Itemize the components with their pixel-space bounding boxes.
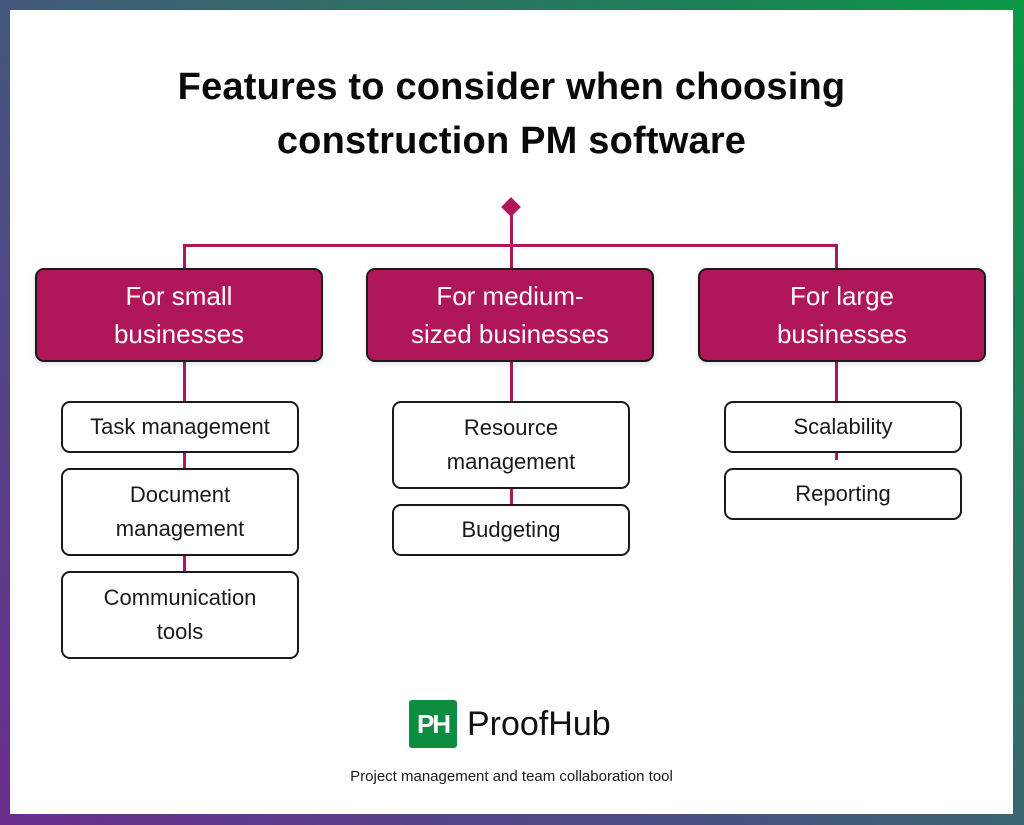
title-line-2: construction PM software	[276, 120, 747, 162]
category-label-line-1: For large	[789, 281, 895, 311]
category-label-line-2: businesses	[776, 319, 908, 349]
category-medium-businesses: For medium- sized businesses	[366, 268, 654, 362]
category-small-businesses: For small businesses	[35, 268, 323, 362]
category-label-line-1: For medium-	[436, 281, 584, 311]
feature-document-management: Document management	[61, 468, 299, 556]
category-label-line-2: businesses	[113, 319, 245, 349]
category-large-businesses: For large businesses	[698, 268, 986, 362]
feature-resource-management: Resource management	[392, 401, 630, 489]
horizontal-branch	[183, 244, 838, 247]
branch-drop-small	[183, 244, 186, 270]
feature-budgeting: Budgeting	[392, 504, 630, 556]
feature-reporting: Reporting	[724, 468, 962, 520]
category-label-line-1: For small	[125, 281, 233, 311]
feature-task-management: Task management	[61, 401, 299, 453]
diagram-title: Features to consider when choosing const…	[10, 60, 1013, 168]
title-line-1: Features to consider when choosing	[177, 66, 846, 108]
feature-communication-tools: Communication tools	[61, 571, 299, 659]
brand-tagline: Project management and team collaboratio…	[350, 768, 673, 785]
proofhub-logo-text: ProofHub	[467, 704, 611, 743]
feature-scalability: Scalability	[724, 401, 962, 453]
root-stem	[510, 210, 513, 270]
diagram-canvas: Features to consider when choosing const…	[10, 10, 1013, 814]
branch-drop-large	[835, 244, 838, 270]
proofhub-logo-icon: PH	[409, 700, 457, 748]
proofhub-logo: PH ProofHub	[409, 700, 611, 748]
category-label-line-2: sized businesses	[411, 319, 609, 349]
